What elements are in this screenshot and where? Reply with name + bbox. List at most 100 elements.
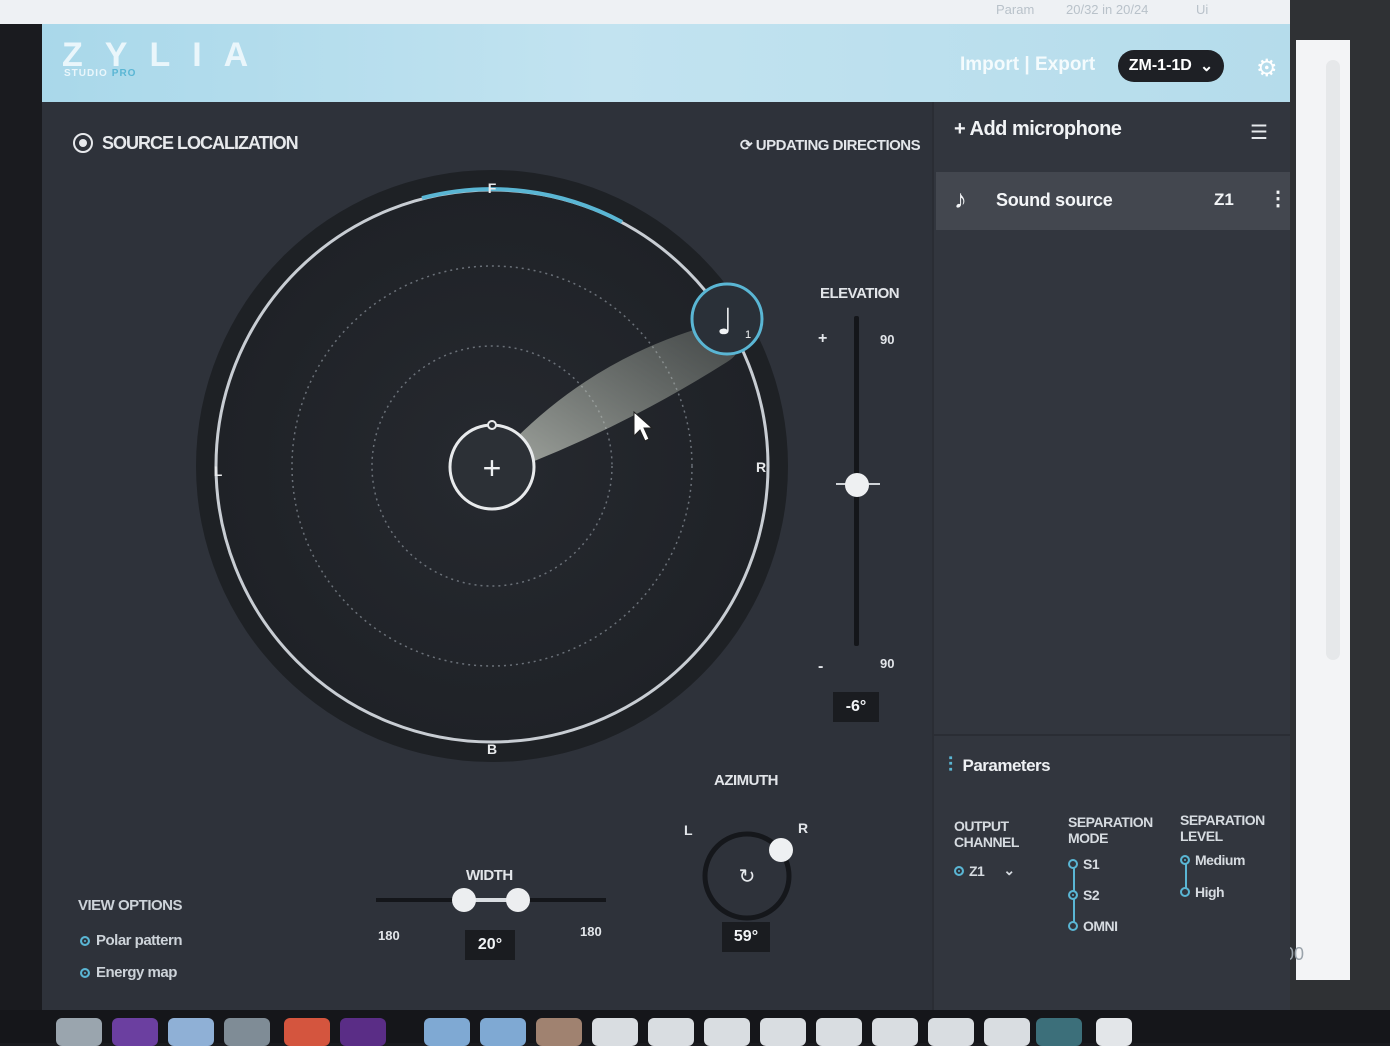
logo-pro-text: PRO <box>111 68 137 79</box>
view-option-energy[interactable]: Energy map <box>80 964 177 981</box>
separation-mode-label: SEPARATION MODE <box>1068 814 1153 846</box>
dock-folder-icon[interactable] <box>480 1018 526 1046</box>
reset-icon[interactable]: ↻ <box>739 864 756 888</box>
elevation-min: 90 <box>880 656 895 671</box>
azimuth-dial[interactable]: ↻ <box>694 818 804 928</box>
zylia-studio-window: ZYLIA STUDIO PRO Import | Export ZM-1-1D … <box>42 24 1290 1010</box>
dock-thumbnail[interactable] <box>872 1018 918 1046</box>
dock-thumbnail[interactable] <box>536 1018 582 1046</box>
localization-plot[interactable]: + ♩ 1 F B L R <box>192 162 792 782</box>
azimuth-value[interactable]: 59° <box>722 922 770 952</box>
direction-left: L <box>214 463 223 479</box>
dock-app-icon[interactable] <box>168 1018 214 1046</box>
sound-source-channel: Z1 <box>1214 190 1234 209</box>
dock-folder-icon[interactable] <box>424 1018 470 1046</box>
dock-thumbnail[interactable] <box>592 1018 638 1046</box>
dock-app-icon[interactable] <box>224 1018 270 1046</box>
width-max: 180 <box>580 924 602 939</box>
dock-app-icon[interactable] <box>284 1018 330 1046</box>
updating-directions-toggle[interactable]: ⟳ UPDATING DIRECTIONS <box>740 136 921 154</box>
top-counter: 20/32 in 20/24 <box>1066 2 1149 17</box>
separation-mode-option[interactable]: S2 <box>1068 887 1100 903</box>
direction-right: R <box>756 459 766 475</box>
view-option-label: Polar pattern <box>96 932 183 949</box>
sound-source-name: Sound source <box>996 190 1113 210</box>
more-vertical-icon[interactable]: ⋮ <box>1268 186 1288 211</box>
dock-app-icon[interactable] <box>112 1018 158 1046</box>
elevation-slider-knob[interactable] <box>845 473 869 497</box>
view-options-title: VIEW OPTIONS <box>78 897 183 914</box>
logo-sub-text: STUDIO <box>64 68 108 79</box>
radio-icon <box>80 967 90 978</box>
chevron-down-icon: ⌄ <box>1003 862 1015 878</box>
view-option-polar[interactable]: Polar pattern <box>80 932 183 949</box>
dock-thumbnail[interactable] <box>984 1018 1030 1046</box>
background-scrollbar[interactable] <box>1326 60 1340 660</box>
dock-app-icon[interactable] <box>340 1018 386 1046</box>
elevation-plus: + <box>818 330 828 347</box>
device-select-value: ZM-1-1D <box>1128 57 1192 74</box>
top-ui-label: Ui <box>1196 2 1209 17</box>
radio-icon <box>1180 887 1190 897</box>
output-channel-label: OUTPUT CHANNEL <box>954 818 1019 850</box>
output-channel-value: Z1 <box>969 862 985 879</box>
radio-icon <box>1068 890 1078 900</box>
background-window-panel <box>1296 40 1350 980</box>
separation-mode-label-text: S2 <box>1083 887 1100 903</box>
direction-back: B <box>487 741 497 757</box>
trash-icon[interactable] <box>1096 1018 1132 1046</box>
width-slider-knob-left[interactable] <box>452 888 476 912</box>
panel-title-text: SOURCE LOCALIZATION <box>102 132 299 153</box>
dock-thumbnail[interactable] <box>816 1018 862 1046</box>
top-param-label: Param <box>996 2 1035 17</box>
source-index: 1 <box>745 329 751 341</box>
refresh-icon: ⟳ <box>740 137 753 154</box>
output-channel-select[interactable]: Z1 ⌄ <box>954 862 1015 879</box>
dock-thumbnail[interactable] <box>704 1018 750 1046</box>
plus-icon: + <box>483 450 502 486</box>
separation-mode-option[interactable]: OMNI <box>1068 918 1118 934</box>
separation-level-label-text: High <box>1195 884 1225 900</box>
import-export-link[interactable]: Import | Export <box>960 54 1095 76</box>
add-microphone-button[interactable]: + Add microphone <box>954 118 1122 141</box>
width-label: WIDTH <box>466 867 513 884</box>
gear-icon[interactable]: ⚙ <box>1256 54 1278 83</box>
dock-thumbnail[interactable] <box>648 1018 694 1046</box>
source-localization-panel: SOURCE LOCALIZATION ⟳ UPDATING DIRECTION… <box>42 102 932 1010</box>
elevation-value[interactable]: -6° <box>833 692 879 722</box>
elevation-minus: - <box>818 658 824 675</box>
center-node-handle[interactable] <box>487 420 497 430</box>
app-logo-subtitle: STUDIO PRO <box>64 68 136 79</box>
panel-title: SOURCE LOCALIZATION <box>72 132 299 154</box>
width-value[interactable]: 20° <box>465 930 515 960</box>
parameters-title: Parameters <box>962 755 1051 775</box>
dock-app-icon[interactable] <box>56 1018 102 1046</box>
view-option-label: Energy map <box>96 964 177 981</box>
sort-icon[interactable]: ☰ <box>1250 120 1268 145</box>
width-slider-knob-right[interactable] <box>506 888 530 912</box>
separation-level-option[interactable]: Medium <box>1180 852 1245 868</box>
radio-icon <box>1068 921 1078 931</box>
dock-thumbnail[interactable] <box>928 1018 974 1046</box>
divider <box>934 734 1290 736</box>
chevron-down-icon: ⌄ <box>1199 58 1214 75</box>
sound-source-row[interactable]: ♪ Sound source Z1 ⋮ <box>936 172 1290 230</box>
sliders-icon: ⫶ <box>948 754 953 776</box>
sources-sidebar: + Add microphone ☰ ♪ Sound source Z1 ⋮ ⫶… <box>932 102 1290 1010</box>
dock-thumbnail[interactable] <box>1036 1018 1082 1046</box>
dock-thumbnail[interactable] <box>760 1018 806 1046</box>
separation-mode-label-text: OMNI <box>1083 918 1118 934</box>
music-note-icon: ♩ <box>717 302 734 343</box>
radio-icon <box>1180 855 1190 865</box>
device-select[interactable]: ZM-1-1D ⌄ <box>1118 50 1224 82</box>
app-header: ZYLIA STUDIO PRO Import | Export ZM-1-1D … <box>42 24 1290 102</box>
separation-level-label: SEPARATION LEVEL <box>1180 812 1265 844</box>
separation-level-option[interactable]: High <box>1180 884 1225 900</box>
elevation-max: 90 <box>880 332 895 347</box>
width-min: 180 <box>378 928 400 943</box>
separation-mode-option[interactable]: S1 <box>1068 856 1100 872</box>
azimuth-knob[interactable] <box>769 838 793 862</box>
radio-icon <box>1068 859 1078 869</box>
music-note-icon: ♪ <box>954 184 967 214</box>
azimuth-left: L <box>684 822 693 838</box>
